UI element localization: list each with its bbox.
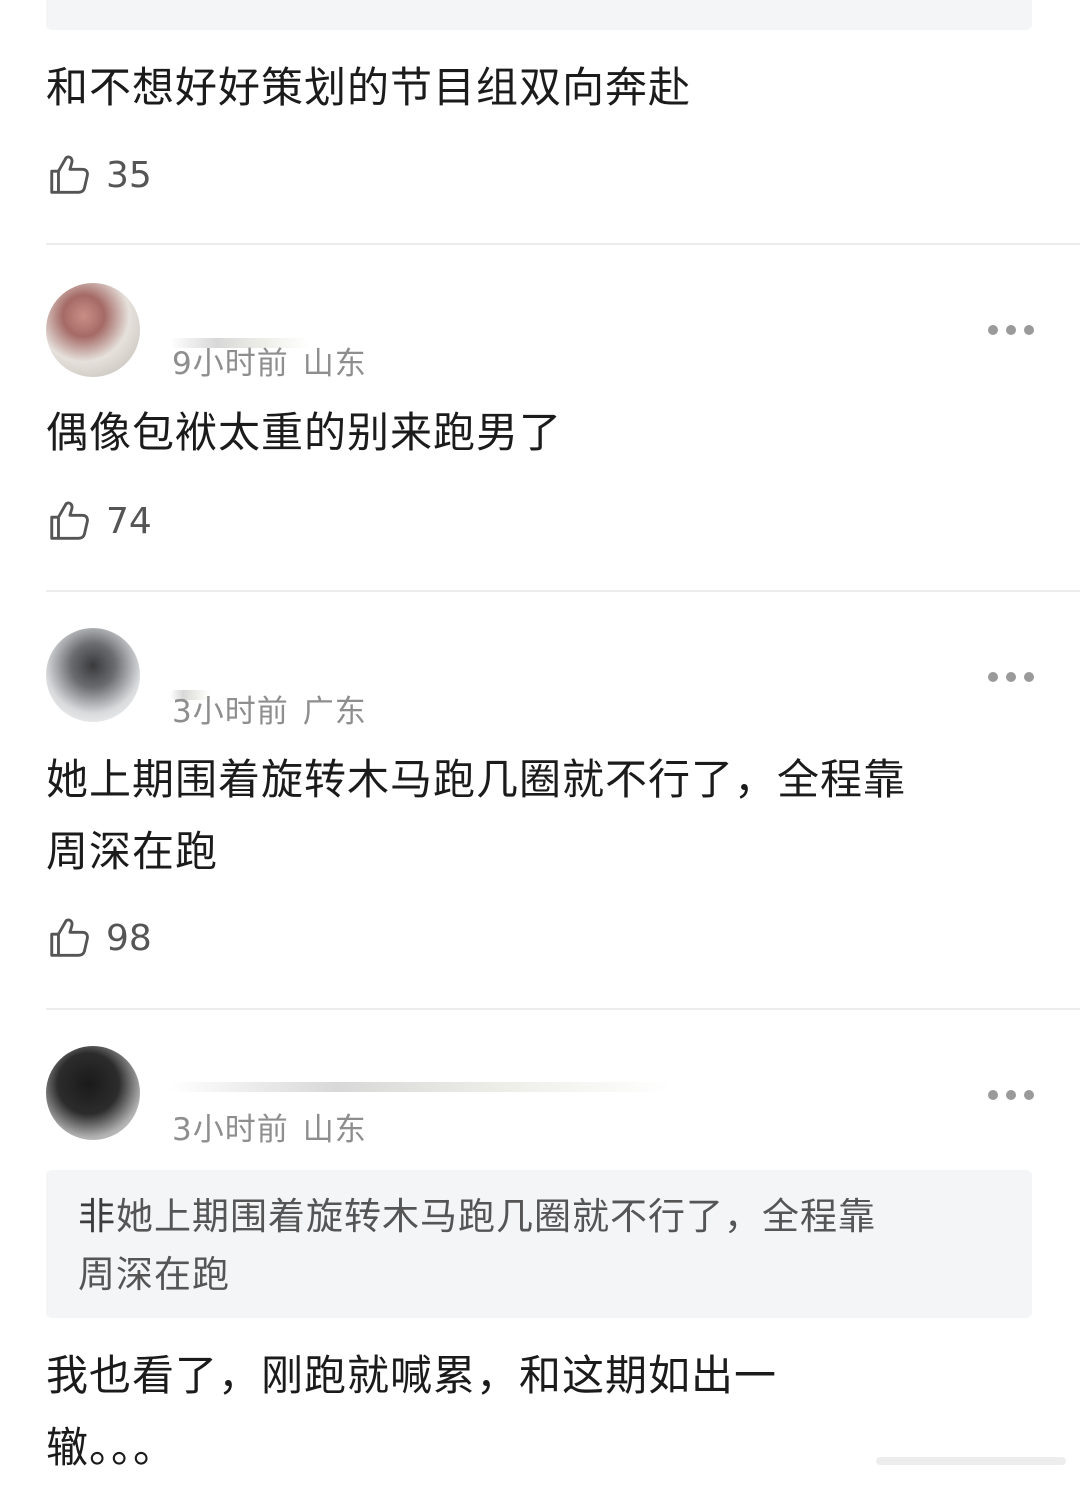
like-count: 35 (106, 154, 152, 196)
avatar[interactable] (46, 628, 140, 722)
thumbs-up-icon (50, 501, 89, 540)
comment-text-line: 我也看了，刚跑就喊累，和这期如出一 (46, 1351, 778, 1400)
more-dots-icon (988, 325, 998, 335)
quoted-author: 非 (78, 1195, 116, 1238)
like-count: 74 (106, 500, 152, 542)
comment-text-line: 周深在跑 (46, 827, 219, 876)
like-button[interactable]: 35 (46, 150, 152, 200)
comment-location: 广东 (302, 694, 367, 730)
like-count: 98 (106, 917, 152, 959)
comment-time: 9小时前 (172, 346, 289, 382)
quoted-comment[interactable]: 非她上期围着旋转木马跑几圈就不行了，全程靠 周深在跑 (46, 1170, 1032, 1318)
comment-meta: 9小时前 山东 (172, 338, 367, 383)
comment-text: 她上期围着旋转木马跑几圈就不行了，全程靠 周深在跑 (46, 744, 1036, 888)
quoted-text-line: 她上期围着旋转木马跑几圈就不行了，全程靠 (116, 1195, 876, 1238)
thumbs-up-icon (50, 155, 89, 194)
quoted-text-line: 周深在跑 (78, 1253, 230, 1296)
like-button[interactable]: 74 (46, 496, 152, 546)
comment-time: 3小时前 (172, 694, 289, 730)
comment-meta: 3小时前 山东 (172, 1104, 367, 1149)
quoted-comment-text: 非她上期围着旋转木马跑几圈就不行了，全程靠 周深在跑 (78, 1188, 992, 1304)
comment-text: 偶像包袱太重的别来跑男了 (46, 408, 563, 457)
username-redacted (170, 1082, 670, 1092)
comment-divider (46, 590, 1080, 592)
more-options-button[interactable] (988, 670, 1034, 684)
thumbs-up-icon (50, 918, 89, 957)
more-dots-icon (988, 672, 998, 682)
more-options-button[interactable] (988, 323, 1034, 337)
comment-text: 和不想好好策划的节目组双向奔赴 (46, 63, 692, 112)
more-options-button[interactable] (988, 1088, 1034, 1102)
comment-meta: 3小时前 广东 (172, 686, 367, 731)
comment-divider (46, 243, 1080, 245)
comment-location: 山东 (302, 346, 367, 382)
like-button[interactable]: 98 (46, 913, 152, 963)
avatar[interactable] (46, 283, 140, 377)
watermark-logo (876, 1457, 1066, 1465)
comment-time: 3小时前 (172, 1112, 289, 1148)
more-dots-icon (988, 1090, 998, 1100)
comment-divider (46, 1008, 1080, 1010)
comment-text-line: 她上期围着旋转木马跑几圈就不行了，全程靠 (46, 755, 907, 804)
comment-location: 山东 (302, 1112, 367, 1148)
avatar[interactable] (46, 1046, 140, 1140)
quote-box-partial (46, 0, 1032, 30)
